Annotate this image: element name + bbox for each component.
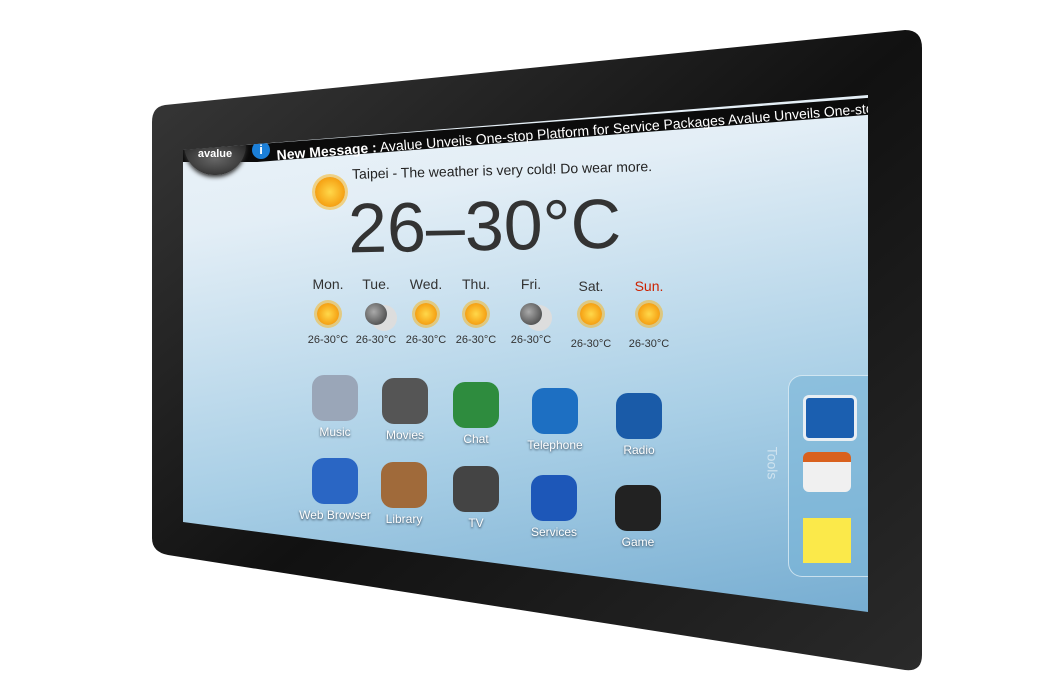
app-label: Services <box>530 525 577 539</box>
gamepad-icon <box>615 485 661 531</box>
tools-label: Tools <box>764 446 781 480</box>
partly-cloudy-icon <box>580 303 602 325</box>
forecast-day: Sat. <box>578 278 604 294</box>
books-icon <box>381 462 427 508</box>
app-telephone[interactable]: Telephone <box>510 388 600 452</box>
app-chat[interactable]: Chat <box>431 382 521 446</box>
app-label: Game <box>621 535 655 549</box>
app-services[interactable]: Services <box>509 475 599 539</box>
sticky-note-icon[interactable] <box>803 518 851 563</box>
sunny-icon <box>638 303 660 325</box>
partly-cloudy-icon <box>415 303 437 325</box>
music-cd-icon <box>312 375 358 421</box>
current-temperature: 26–30°C <box>347 184 622 268</box>
sun-icon <box>315 177 345 207</box>
telephone-icon <box>532 388 578 434</box>
forecast-temp: 26-30°C <box>628 338 670 350</box>
sunny-icon <box>465 303 487 325</box>
app-label: Chat <box>463 432 489 446</box>
keyboard-icon[interactable] <box>803 395 857 441</box>
tv-icon <box>453 466 499 512</box>
night-cloudy-icon <box>365 303 387 325</box>
service-person-icon <box>531 475 577 521</box>
weather-headline: Taipei - The weather is very cold! Do we… <box>351 158 653 182</box>
app-game[interactable]: Game <box>593 485 683 549</box>
forecast-temp: 26-30°C <box>510 334 552 346</box>
calendar-icon[interactable] <box>803 452 851 492</box>
forecast-day: Fri. <box>520 276 542 292</box>
globe-headphones-icon <box>616 393 662 439</box>
forecast-day: Sun. <box>634 278 664 294</box>
app-label: Radio <box>623 443 655 457</box>
forecast-day: Thu. <box>461 276 490 292</box>
chat-people-icon <box>453 382 499 428</box>
sunny-icon <box>317 303 339 325</box>
app-tv[interactable]: TV <box>431 466 521 530</box>
app-radio[interactable]: Radio <box>594 393 684 457</box>
forecast-temp: 26-30°C <box>570 338 612 350</box>
app-label: Telephone <box>527 438 583 452</box>
night-cloudy-icon <box>520 303 542 325</box>
film-reel-icon <box>382 378 428 424</box>
forecast-temp: 26-30°C <box>455 334 497 346</box>
app-label: TV <box>468 516 484 530</box>
globe-browser-icon <box>312 458 358 504</box>
